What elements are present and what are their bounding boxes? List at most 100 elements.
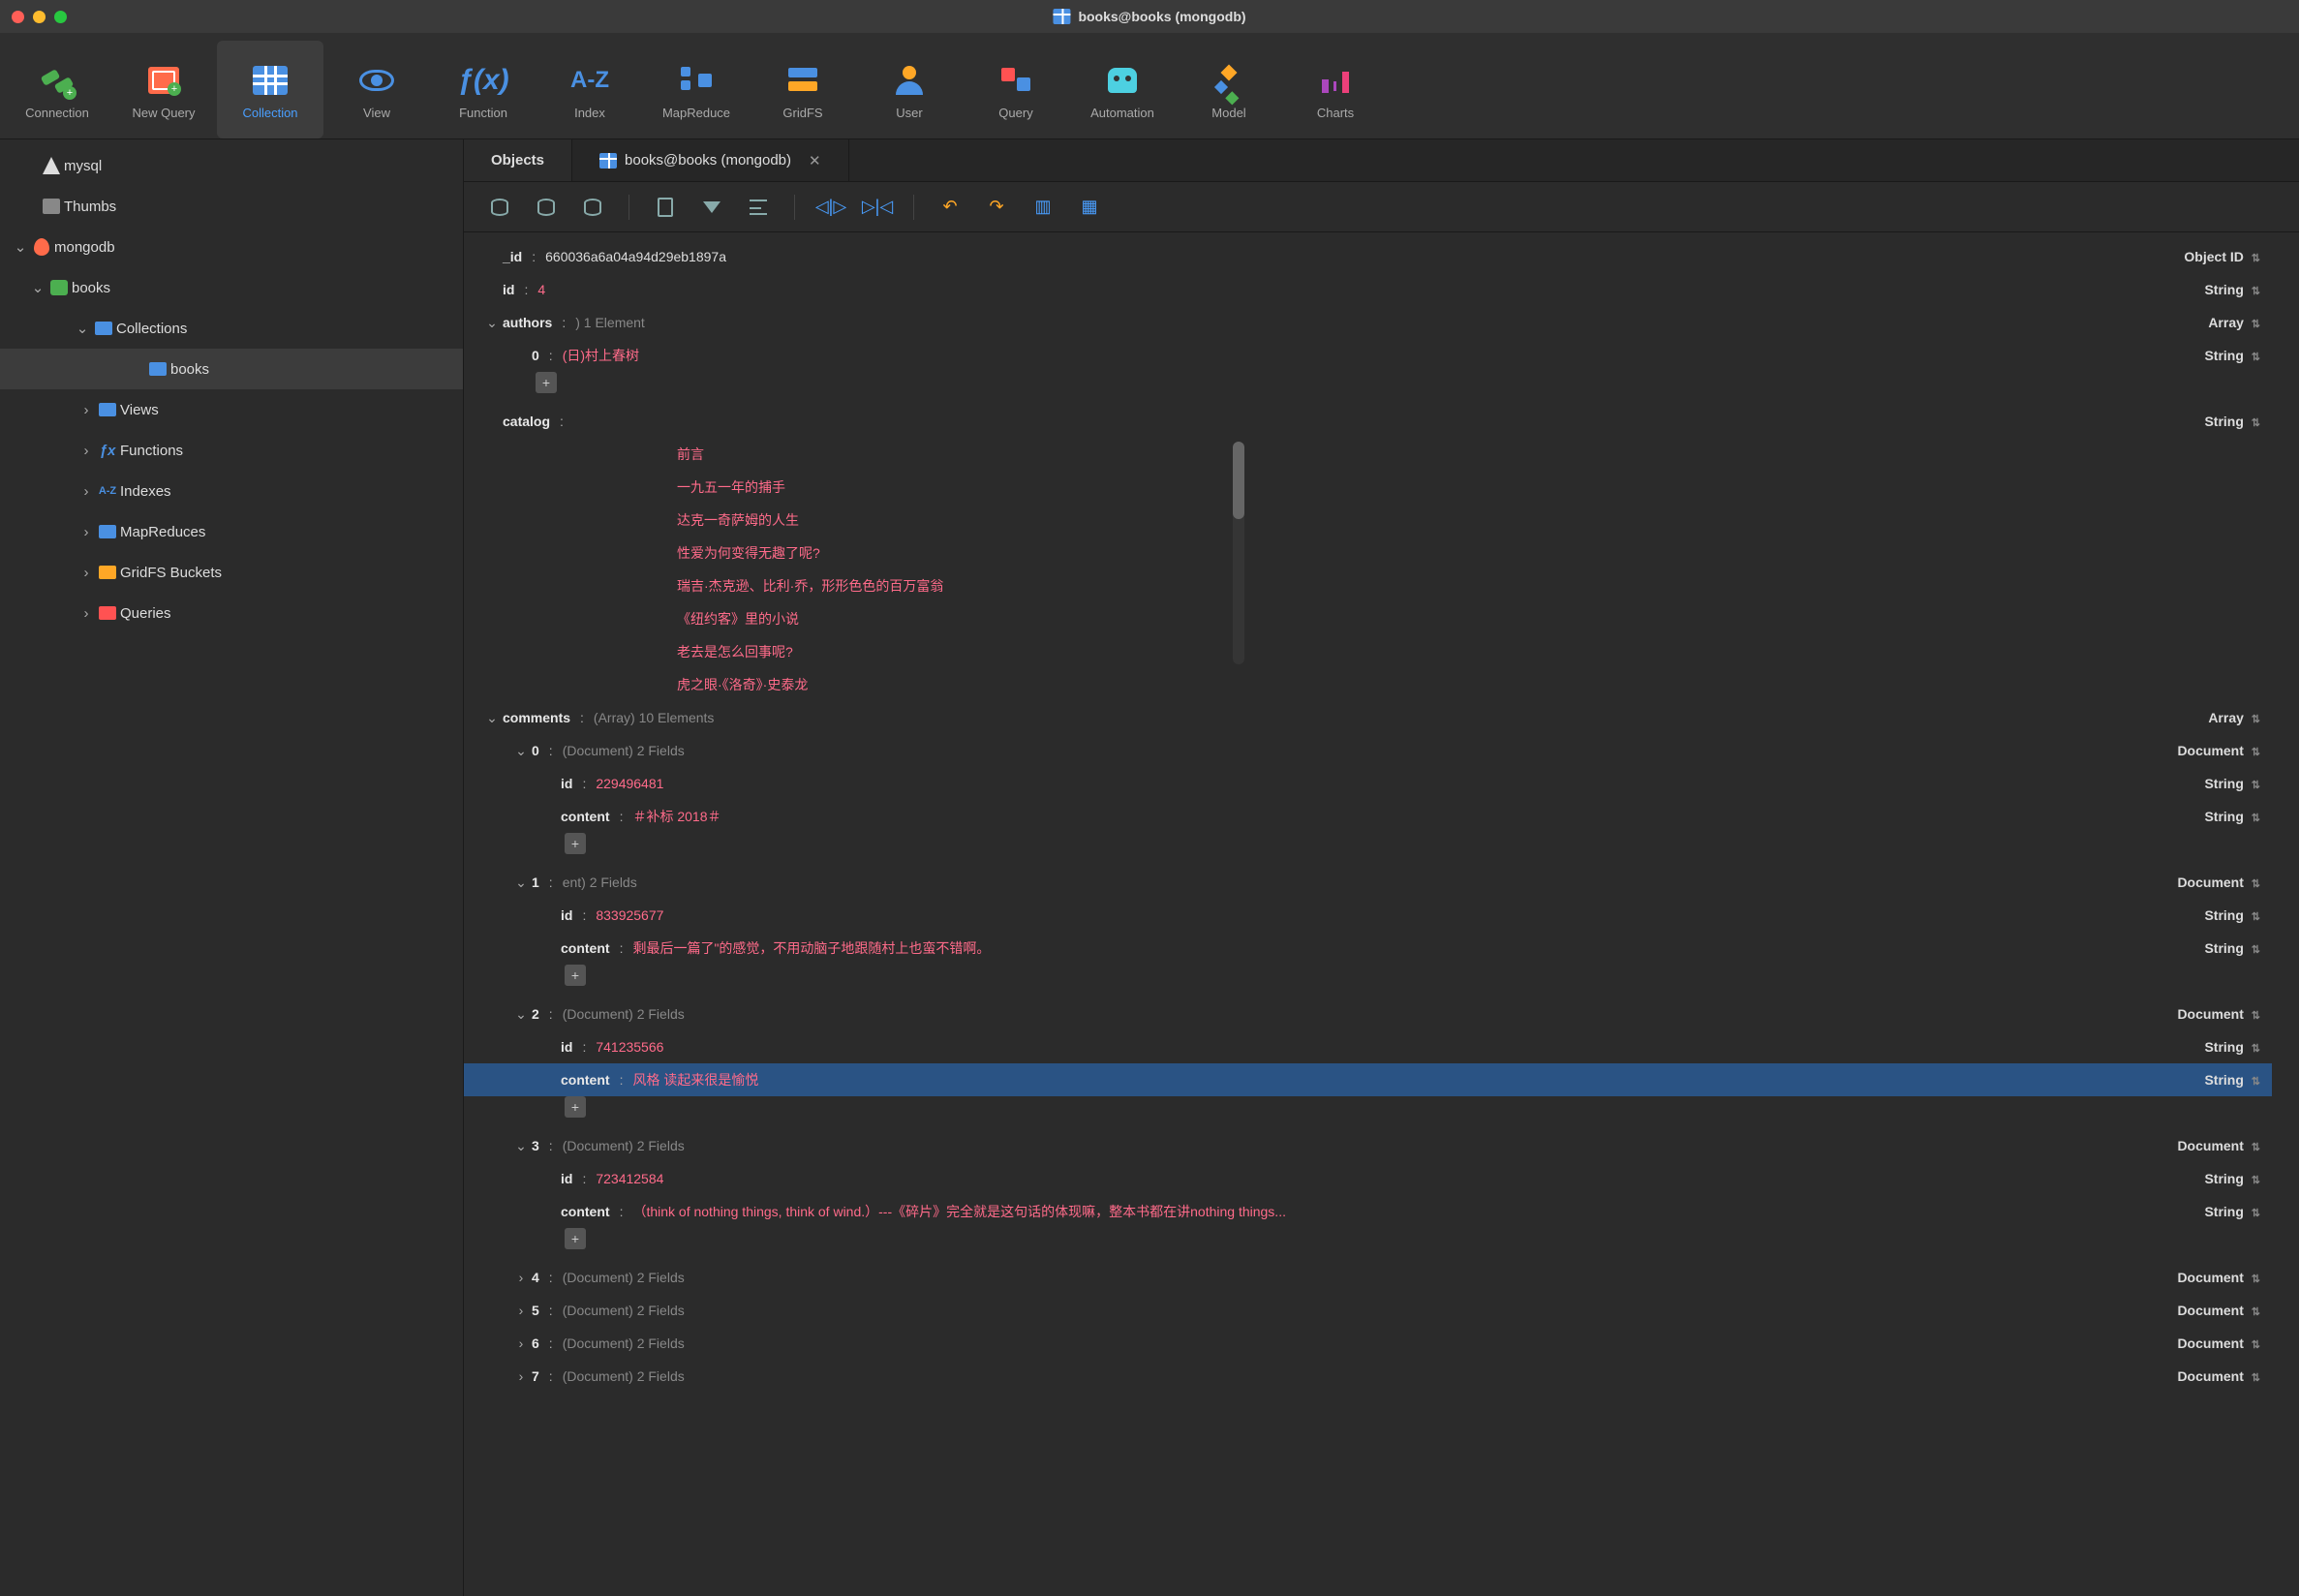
field-value: 4: [537, 273, 545, 306]
chevron-right-icon[interactable]: ›: [512, 1360, 530, 1393]
import-button[interactable]: [574, 191, 611, 224]
field-comments[interactable]: ⌄comments:(Array) 10 ElementsArray ⇅: [464, 701, 2272, 734]
add-field-row[interactable]: +: [464, 1096, 2272, 1129]
field-id[interactable]: id:4String ⇅: [464, 273, 2272, 306]
chevron-down-icon[interactable]: ⌄: [512, 1129, 530, 1162]
field-comments-1-content[interactable]: content:剩最后一篇了"的感觉，不用动脑子地跟随村上也蛮不错啊。Strin…: [464, 932, 2272, 965]
field-_id[interactable]: _id:660036a6a04a94d29eb1897aObject ID ⇅: [464, 240, 2272, 273]
field-comments-7[interactable]: ›7:(Document) 2 FieldsDocument ⇅: [464, 1360, 2272, 1393]
chevron-right-icon[interactable]: ›: [512, 1327, 530, 1360]
sidebar-item-mongodb[interactable]: ⌄ mongodb: [0, 227, 463, 267]
chevron-down-icon[interactable]: ⌄: [483, 701, 501, 734]
field-catalog[interactable]: catalog:String ⇅: [464, 405, 2272, 438]
sidebar-item-thumbs[interactable]: Thumbs: [0, 186, 463, 227]
toolbar-gridfs[interactable]: GridFS: [750, 41, 856, 138]
field-type: Object ID ⇅: [2184, 240, 2260, 275]
sidebar-item-queries[interactable]: › Queries: [0, 593, 463, 633]
export-button[interactable]: [528, 191, 565, 224]
toolbar-query[interactable]: Query: [963, 41, 1069, 138]
toolbar-model[interactable]: Model: [1176, 41, 1282, 138]
toolbar-index[interactable]: A-ZIndex: [536, 41, 643, 138]
field-comments-3[interactable]: ⌄3:(Document) 2 FieldsDocument ⇅: [464, 1129, 2272, 1162]
chevron-down-icon[interactable]: ⌄: [512, 866, 530, 899]
sort-button[interactable]: [740, 191, 777, 224]
chevron-right-icon[interactable]: ›: [77, 402, 95, 418]
chevron-down-icon[interactable]: ⌄: [29, 279, 46, 296]
toolbar-automation[interactable]: Automation: [1069, 41, 1176, 138]
field-comments-1-id[interactable]: id:833925677String ⇅: [464, 899, 2272, 932]
filter-button[interactable]: [693, 191, 730, 224]
field-comments-0-content[interactable]: content:＃补标 2018＃String ⇅: [464, 800, 2272, 833]
field-comments-2-id[interactable]: id:741235566String ⇅: [464, 1030, 2272, 1063]
close-tab-icon[interactable]: ✕: [809, 152, 821, 169]
chevron-right-icon[interactable]: ›: [512, 1261, 530, 1294]
field-authors[interactable]: ⌄authors:) 1 ElementArray ⇅: [464, 306, 2272, 339]
sidebar-item-indexes[interactable]: › A-Z Indexes: [0, 471, 463, 511]
tab-objects[interactable]: Objects: [464, 139, 572, 181]
sidebar-item-gridfs[interactable]: › GridFS Buckets: [0, 552, 463, 593]
add-field-button[interactable]: +: [565, 833, 586, 854]
add-field-button[interactable]: +: [565, 965, 586, 986]
field-authors-0[interactable]: 0:(日)村上春树String ⇅: [464, 339, 2272, 372]
chevron-right-icon[interactable]: ›: [77, 605, 95, 622]
window-maximize-button[interactable]: [54, 11, 67, 23]
field-comments-5[interactable]: ›5:(Document) 2 FieldsDocument ⇅: [464, 1294, 2272, 1327]
field-comments-2[interactable]: ⌄2:(Document) 2 FieldsDocument ⇅: [464, 998, 2272, 1030]
chevron-right-icon[interactable]: ›: [77, 483, 95, 500]
new-doc-button[interactable]: [647, 191, 684, 224]
toolbar-user[interactable]: User: [856, 41, 963, 138]
window-minimize-button[interactable]: [33, 11, 46, 23]
add-field-button[interactable]: +: [565, 1228, 586, 1249]
chevron-down-icon[interactable]: ⌄: [483, 306, 501, 339]
refresh-button[interactable]: [481, 191, 518, 224]
field-comments-0-id[interactable]: id:229496481String ⇅: [464, 767, 2272, 800]
chevron-down-icon[interactable]: ⌄: [512, 998, 530, 1030]
field-comments-4[interactable]: ›4:(Document) 2 FieldsDocument ⇅: [464, 1261, 2272, 1294]
sidebar-item-views[interactable]: › Views: [0, 389, 463, 430]
add-field-row[interactable]: +: [464, 372, 2272, 405]
sidebar-item-mysql[interactable]: mysql: [0, 145, 463, 186]
sidebar-item-collections[interactable]: ⌄ Collections: [0, 308, 463, 349]
sidebar-item-mapreduces[interactable]: › MapReduces: [0, 511, 463, 552]
toolbar-collection[interactable]: Collection: [217, 41, 323, 138]
window-close-button[interactable]: [12, 11, 24, 23]
toolbar-function[interactable]: ƒ(x)Function: [430, 41, 536, 138]
field-comments-1[interactable]: ⌄1:ent) 2 FieldsDocument ⇅: [464, 866, 2272, 899]
field-comments-2-content[interactable]: content:风格 读起来很是愉悦String ⇅: [464, 1063, 2272, 1096]
add-field-row[interactable]: +: [464, 833, 2272, 866]
toolbar-connection[interactable]: +Connection: [4, 41, 110, 138]
field-comments-6[interactable]: ›6:(Document) 2 FieldsDocument ⇅: [464, 1327, 2272, 1360]
chart-view-button[interactable]: ▥: [1025, 191, 1061, 224]
catalog-scrollbar[interactable]: [1233, 442, 1244, 664]
redo-button[interactable]: ↷: [978, 191, 1015, 224]
chevron-down-icon[interactable]: ⌄: [512, 734, 530, 767]
chevron-right-icon[interactable]: ›: [77, 565, 95, 581]
field-meta: ent) 2 Fields: [563, 866, 637, 899]
chevron-right-icon[interactable]: ›: [77, 443, 95, 459]
chevron-down-icon[interactable]: ⌄: [74, 320, 91, 337]
add-field-button[interactable]: +: [536, 372, 557, 393]
prev-record-button[interactable]: ◁|▷: [812, 191, 849, 224]
sidebar-item-books-db[interactable]: ⌄ books: [0, 267, 463, 308]
field-comments-0[interactable]: ⌄0:(Document) 2 FieldsDocument ⇅: [464, 734, 2272, 767]
catalog-content[interactable]: 前言一九五一年的捕手达克一奇萨姆的人生性爱为何变得无趣了呢?瑞吉·杰克逊、比利·…: [677, 438, 1219, 701]
tab-books-doc[interactable]: books@books (mongodb) ✕: [572, 139, 849, 181]
field-comments-3-content[interactable]: content:（think of nothing things, think …: [464, 1195, 2272, 1228]
add-field-row[interactable]: +: [464, 1228, 2272, 1261]
add-field-button[interactable]: +: [565, 1096, 586, 1118]
sidebar-item-functions[interactable]: › ƒx Functions: [0, 430, 463, 471]
chevron-right-icon[interactable]: ›: [77, 524, 95, 540]
document-viewer[interactable]: _id:660036a6a04a94d29eb1897aObject ID ⇅i…: [464, 232, 2299, 1596]
toolbar-mapreduce[interactable]: MapReduce: [643, 41, 750, 138]
toolbar-charts[interactable]: Charts: [1282, 41, 1389, 138]
next-record-button[interactable]: ▷|◁: [859, 191, 896, 224]
sidebar-item-books-collection[interactable]: books: [0, 349, 463, 389]
chevron-right-icon[interactable]: ›: [512, 1294, 530, 1327]
undo-button[interactable]: ↶: [932, 191, 968, 224]
chevron-down-icon[interactable]: ⌄: [12, 238, 29, 256]
add-field-row[interactable]: +: [464, 965, 2272, 998]
toolbar-view[interactable]: View: [323, 41, 430, 138]
json-view-button[interactable]: ▦: [1071, 191, 1108, 224]
field-comments-3-id[interactable]: id:723412584String ⇅: [464, 1162, 2272, 1195]
toolbar-newquery[interactable]: +New Query: [110, 41, 217, 138]
